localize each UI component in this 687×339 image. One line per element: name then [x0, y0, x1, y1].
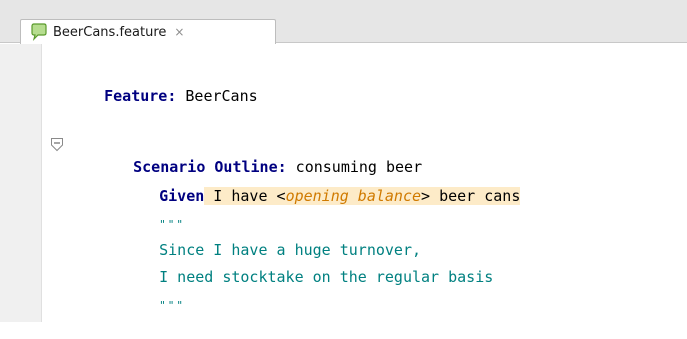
fold-collapse-icon[interactable]: [50, 137, 64, 153]
close-icon[interactable]: ×: [174, 25, 184, 39]
docstring-line-1: Since I have a huge turnover,: [123, 217, 421, 259]
feature-name: BeerCans: [176, 87, 258, 105]
editor-tab-bar: BeerCans.feature ×: [0, 0, 687, 44]
editor-gutter: [0, 44, 42, 322]
docstring-text-2: I need stocktake on the regular basis: [159, 268, 494, 286]
step-text-highlight: I have <opening balance> beer cans: [204, 187, 521, 205]
code-editor[interactable]: Feature: BeerCans Scenario Outline: cons…: [0, 44, 687, 322]
docstring-open-line: """: [123, 190, 185, 231]
scenario-line: Scenario Outline: consuming beer: [97, 134, 422, 176]
tab-beercans-feature[interactable]: BeerCans.feature ×: [20, 19, 276, 44]
feature-line: Feature: BeerCans: [68, 63, 258, 105]
feature-keyword: Feature:: [104, 87, 177, 105]
tab-label: BeerCans.feature: [53, 24, 167, 40]
step-param: opening balance: [285, 187, 422, 205]
cucumber-feature-icon: [29, 22, 49, 42]
docstring-close: """: [159, 299, 185, 312]
step-line: Given I have <opening balance> beer cans: [123, 163, 521, 205]
docstring-close-line: """: [123, 271, 185, 312]
step-text-post: > beer cans: [421, 187, 521, 205]
step-text-pre: I have <: [204, 187, 286, 205]
docstring-line-2: I need stocktake on the regular basis: [123, 244, 493, 286]
